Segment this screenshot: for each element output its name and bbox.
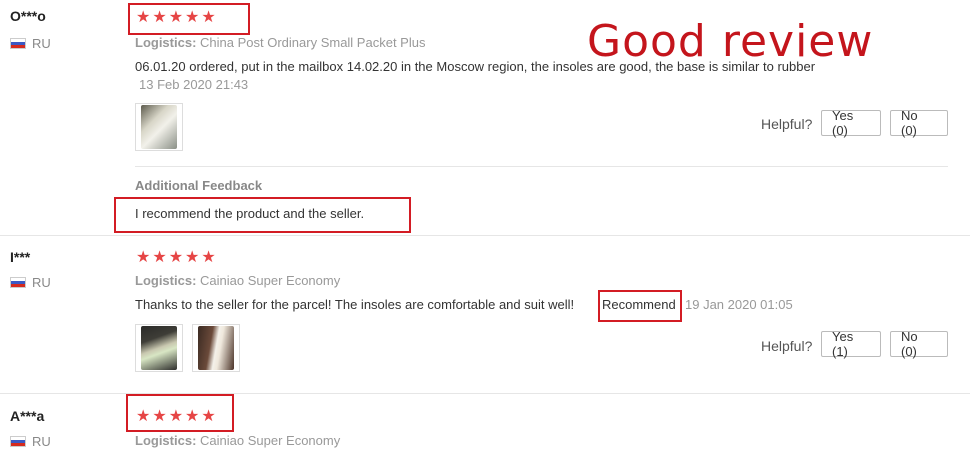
star-icon: ★ xyxy=(136,9,151,26)
russia-flag-icon xyxy=(10,277,26,288)
reviewer-country: RU xyxy=(10,36,51,51)
country-code: RU xyxy=(32,36,51,51)
review-photo[interactable] xyxy=(192,324,240,372)
star-icon: ★ xyxy=(185,9,200,26)
star-rating: ★ ★ ★ ★ ★ xyxy=(136,409,216,425)
reviewer-country: RU xyxy=(10,275,51,290)
helpful-yes-button[interactable]: Yes (1) xyxy=(821,329,881,359)
review-date: 13 Feb 2020 21:43 xyxy=(139,77,249,92)
country-code: RU xyxy=(32,434,51,449)
logistics-label: Logistics: xyxy=(135,273,197,288)
star-icon: ★ xyxy=(201,408,216,425)
logistics-line: Logistics: China Post Ordinary Small Pac… xyxy=(135,35,425,50)
reviewer-country: RU xyxy=(10,434,51,449)
russia-flag-icon xyxy=(10,38,26,49)
star-icon: ★ xyxy=(152,249,167,266)
star-icon: ★ xyxy=(185,249,200,266)
review-photo[interactable] xyxy=(135,324,183,372)
star-icon: ★ xyxy=(168,9,184,26)
star-icon: ★ xyxy=(136,249,151,266)
logistics-label: Logistics: xyxy=(135,35,197,50)
reviewer-name: I*** xyxy=(10,249,31,265)
star-icon: ★ xyxy=(168,249,184,266)
insole-photo-icon xyxy=(141,105,177,149)
star-rating: ★ ★ ★ ★ ★ xyxy=(136,10,216,26)
helpful-no-button[interactable]: No (0) xyxy=(890,329,948,359)
review-photo[interactable] xyxy=(135,103,183,151)
star-rating: ★ ★ ★ ★ ★ xyxy=(136,250,216,266)
review-text: Thanks to the seller for the parcel! The… xyxy=(135,297,575,312)
divider xyxy=(135,166,948,167)
review-date: 19 Jan 2020 01:05 xyxy=(685,297,793,312)
review-text: 06.01.20 ordered, put in the mailbox 14.… xyxy=(135,59,816,74)
reviewer-name: O***o xyxy=(10,8,46,24)
recommend-text: Recommend xyxy=(602,297,676,312)
star-icon: ★ xyxy=(201,9,216,26)
additional-feedback-title: Additional Feedback xyxy=(135,178,263,193)
star-icon: ★ xyxy=(201,249,216,266)
star-icon: ★ xyxy=(168,408,184,425)
insole-photo-icon xyxy=(198,326,234,370)
star-icon: ★ xyxy=(185,408,200,425)
logistics-value: China Post Ordinary Small Packet Plus xyxy=(200,35,426,50)
logistics-line: Logistics: Cainiao Super Economy xyxy=(135,273,340,288)
helpful-label: Helpful? xyxy=(761,116,813,132)
reviewer-name: A***a xyxy=(10,408,45,424)
star-icon: ★ xyxy=(152,9,167,26)
package-photo-icon xyxy=(141,326,177,370)
helpful-yes-button[interactable]: Yes (0) xyxy=(821,108,881,138)
country-code: RU xyxy=(32,275,51,290)
helpful-label: Helpful? xyxy=(761,338,813,354)
star-icon: ★ xyxy=(136,408,151,425)
review-divider xyxy=(0,235,970,236)
helpful-no-button[interactable]: No (0) xyxy=(890,108,948,138)
logistics-value: Cainiao Super Economy xyxy=(200,273,341,288)
russia-flag-icon xyxy=(10,436,26,447)
additional-feedback-text: I recommend the product and the seller. xyxy=(135,206,365,221)
star-icon: ★ xyxy=(152,408,167,425)
